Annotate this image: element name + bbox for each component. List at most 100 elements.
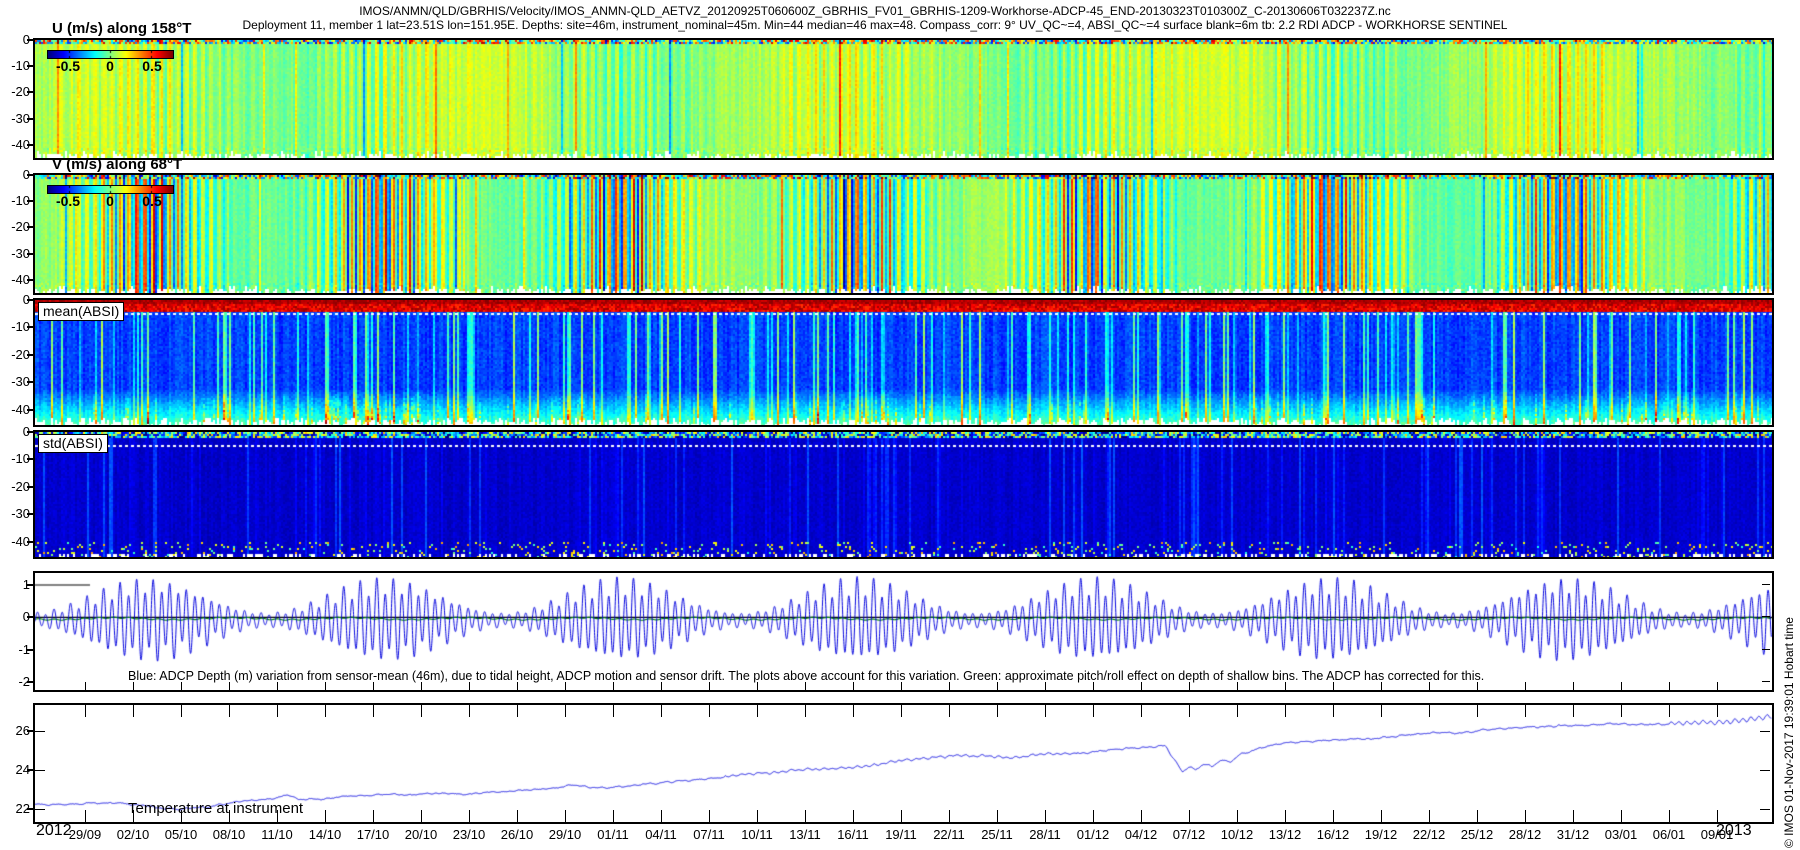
x-tick-mark <box>517 682 518 690</box>
x-date-label: 20/10 <box>397 827 445 842</box>
x-tick-mark <box>1333 810 1334 822</box>
x-tick-mark <box>757 705 758 717</box>
y-tick-mark <box>27 409 34 411</box>
y-tick-label: 0 <box>0 609 30 624</box>
x-date-label: 16/11 <box>829 827 877 842</box>
x-tick-mark <box>565 682 566 690</box>
y-tick-mark <box>35 770 45 771</box>
u-colorbar: -0.5 0 0.5 <box>47 50 174 82</box>
title-line-1: IMOS/ANMN/QLD/GBRHIS/Velocity/IMOS_ANMN-… <box>35 4 1715 18</box>
y-tick-label: -40 <box>0 534 30 549</box>
v-panel-title: V (m/s) along 68°T <box>52 156 182 173</box>
y-tick-mark <box>27 486 34 488</box>
x-tick-mark <box>1717 682 1718 690</box>
title-line-2: Deployment 11, member 1 lat=23.51S lon=1… <box>35 18 1715 32</box>
y-tick-mark <box>27 144 34 146</box>
x-tick-mark <box>1525 682 1526 690</box>
x-tick-mark <box>469 682 470 690</box>
x-tick-mark <box>1717 810 1718 822</box>
v-colorbar-tick-zero: 0 <box>92 193 128 209</box>
x-tick-mark <box>1141 682 1142 690</box>
y-tick-mark <box>35 809 45 810</box>
x-tick-mark <box>1285 705 1286 717</box>
x-tick-mark <box>1093 810 1094 822</box>
x-tick-mark <box>1669 810 1670 822</box>
x-tick-mark <box>1189 705 1190 717</box>
mean-absi-label: mean(ABSI) <box>38 302 124 321</box>
y-tick-mark <box>27 730 34 732</box>
x-tick-mark <box>325 810 326 822</box>
x-tick-mark <box>1189 810 1190 822</box>
x-tick-mark <box>133 682 134 690</box>
x-date-label: 25/11 <box>973 827 1021 842</box>
x-date-label: 25/12 <box>1453 827 1501 842</box>
y-tick-label: 0 <box>0 424 30 439</box>
y-tick-label: -40 <box>0 272 30 287</box>
x-tick-mark <box>853 810 854 822</box>
x-date-label: 07/12 <box>1165 827 1213 842</box>
x-tick-mark <box>373 682 374 690</box>
x-tick-mark <box>1285 682 1286 690</box>
y-tick-label: -10 <box>0 193 30 208</box>
x-tick-mark <box>661 705 662 717</box>
std-absi-panel: std(ABSI) <box>33 430 1774 559</box>
x-tick-mark <box>1477 810 1478 822</box>
x-tick-mark <box>949 810 950 822</box>
x-tick-mark <box>997 705 998 717</box>
imos-watermark: © IMOS 01-Nov-2017 19:39:01 Hobart time <box>1782 617 1796 848</box>
y-tick-label: -20 <box>0 479 30 494</box>
y-tick-mark <box>1762 649 1770 650</box>
x-tick-mark <box>1189 682 1190 690</box>
y-tick-label: -10 <box>0 319 30 334</box>
y-tick-label: -20 <box>0 347 30 362</box>
x-tick-mark <box>1669 705 1670 717</box>
x-tick-mark <box>421 705 422 717</box>
y-tick-mark <box>27 541 34 543</box>
x-date-label: 10/12 <box>1213 827 1261 842</box>
x-tick-mark <box>517 810 518 822</box>
y-tick-mark <box>27 431 34 433</box>
x-tick-mark <box>1429 810 1430 822</box>
v-heatmap-canvas <box>35 175 1772 293</box>
page-title: IMOS/ANMN/QLD/GBRHIS/Velocity/IMOS_ANMN-… <box>35 4 1715 32</box>
x-date-label: 10/11 <box>733 827 781 842</box>
y-tick-label: -30 <box>0 111 30 126</box>
x-date-label: 06/01 <box>1645 827 1693 842</box>
y-tick-label: -20 <box>0 84 30 99</box>
x-date-label: 19/12 <box>1357 827 1405 842</box>
x-tick-mark <box>709 682 710 690</box>
u-colorbar-tick-max: 0.5 <box>134 58 170 74</box>
y-tick-mark <box>1760 770 1770 771</box>
x-tick-mark <box>85 682 86 690</box>
y-tick-label: -10 <box>0 58 30 73</box>
x-tick-mark <box>757 810 758 822</box>
y-tick-mark <box>1762 681 1770 682</box>
x-tick-mark <box>949 682 950 690</box>
y-tick-mark <box>27 354 34 356</box>
y-tick-mark <box>27 458 34 460</box>
y-tick-mark <box>27 649 34 651</box>
x-tick-mark <box>1669 682 1670 690</box>
x-tick-mark <box>421 682 422 690</box>
y-tick-label: -2 <box>0 674 30 689</box>
x-date-label: 02/10 <box>109 827 157 842</box>
x-tick-mark <box>1621 810 1622 822</box>
u-colorbar-tick-min: -0.5 <box>50 58 86 74</box>
x-tick-mark <box>1285 810 1286 822</box>
y-tick-label: 22 <box>0 801 30 816</box>
y-tick-mark <box>27 253 34 255</box>
x-tick-mark <box>1237 682 1238 690</box>
y-tick-label: 24 <box>0 762 30 777</box>
x-date-label: 19/11 <box>877 827 925 842</box>
x-tick-mark <box>1525 810 1526 822</box>
x-tick-mark <box>1573 810 1574 822</box>
y-tick-mark <box>27 769 34 771</box>
x-tick-mark <box>709 810 710 822</box>
adcp-summary-plot: IMOS/ANMN/QLD/GBRHIS/Velocity/IMOS_ANMN-… <box>0 0 1800 850</box>
u-panel-title: U (m/s) along 158°T <box>52 20 191 37</box>
x-date-label: 05/10 <box>157 827 205 842</box>
y-tick-mark <box>1762 616 1770 617</box>
x-date-label: 29/10 <box>541 827 589 842</box>
x-tick-mark <box>805 682 806 690</box>
v-colorbar: -0.5 0 0.5 <box>47 185 174 217</box>
